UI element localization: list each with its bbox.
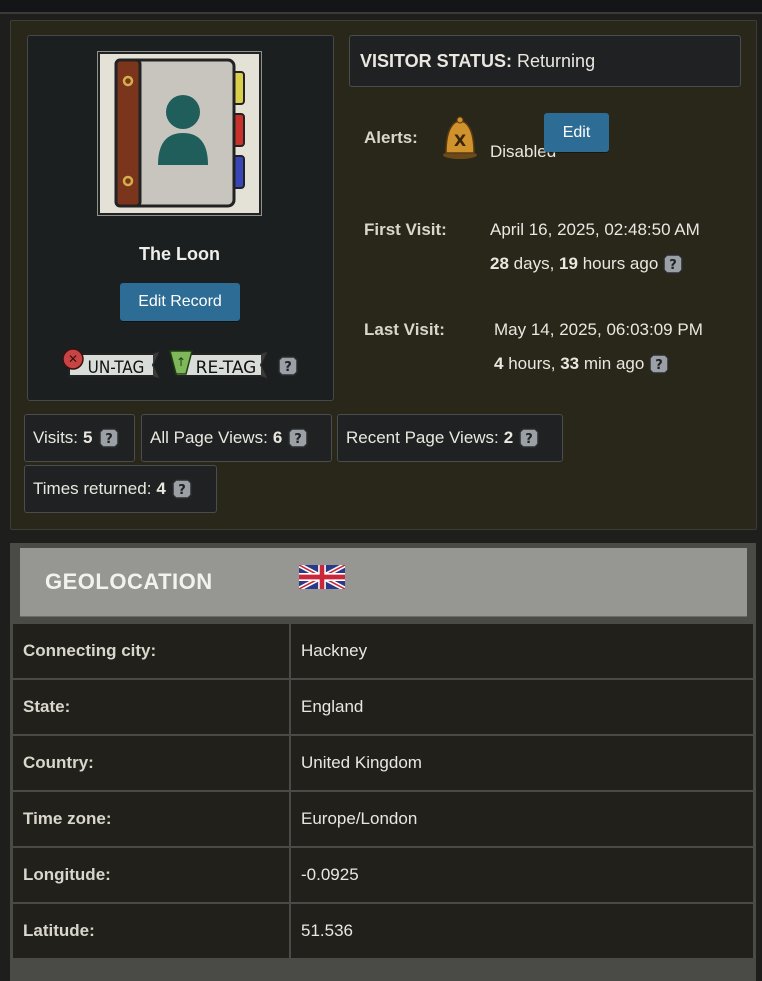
last-visit-ago: 4 hours, 33 min ago ?: [494, 354, 670, 374]
top-bar: [0, 0, 762, 14]
stat-value: 5: [83, 428, 93, 447]
svg-text:X: X: [454, 131, 467, 150]
address-book-icon: [97, 51, 262, 216]
last-visit-min-unit: min ago: [583, 354, 645, 373]
help-icon[interactable]: ?: [278, 356, 298, 376]
state-key: State:: [11, 678, 291, 736]
table-row: Longitude: -0.0925: [11, 846, 755, 904]
svg-text:?: ?: [105, 432, 113, 447]
times-returned-stat: Times returned: 4 ?: [24, 465, 217, 513]
longitude-value: -0.0925: [289, 846, 755, 904]
table-row: State: England: [11, 678, 755, 736]
all-page-views-stat: All Page Views: 6 ?: [141, 414, 332, 462]
state-value: England: [289, 678, 755, 736]
stat-label: Visits:: [33, 428, 79, 447]
stat-label: Times returned:: [33, 479, 152, 498]
stat-label: All Page Views:: [150, 428, 268, 447]
time-zone-key: Time zone:: [11, 790, 291, 848]
visitor-name: The Loon: [139, 244, 220, 264]
svg-text:?: ?: [295, 432, 303, 447]
svg-text:?: ?: [284, 360, 292, 375]
last-visit-hours: 4: [494, 354, 504, 373]
first-visit-ago: 28 days, 19 hours ago ?: [490, 254, 684, 274]
help-icon[interactable]: ?: [288, 428, 309, 448]
stat-value: 4: [156, 479, 166, 498]
latitude-value: 51.536: [289, 902, 755, 960]
longitude-key: Longitude:: [11, 846, 291, 904]
visitor-status-label: VISITOR STATUS:: [360, 51, 513, 71]
bell-disabled-icon: X: [443, 116, 477, 159]
geolocation-title: GEOLOCATION: [45, 569, 213, 594]
alerts-label: Alerts:: [364, 128, 418, 147]
country-key: Country:: [11, 734, 291, 792]
geolocation-table: Connecting city: Hackney State: England …: [11, 622, 755, 960]
connecting-city-key: Connecting city:: [11, 622, 291, 680]
last-visit-datetime: May 14, 2025, 06:03:09 PM: [494, 320, 703, 339]
connecting-city-value: Hackney: [289, 622, 755, 680]
untag-button[interactable]: ✕ UN-TAG: [61, 348, 160, 382]
last-visit-min: 33: [560, 354, 580, 373]
help-icon[interactable]: ?: [172, 479, 192, 499]
first-visit-days-unit: days,: [513, 254, 555, 273]
first-visit-datetime: April 16, 2025, 02:48:50 AM: [490, 220, 700, 239]
up-arrow: ↑: [176, 355, 186, 369]
first-visit-days: 28: [490, 254, 509, 273]
untag-label: UN-TAG: [88, 358, 145, 378]
visitor-status-box: VISITOR STATUS: Returning: [349, 35, 741, 87]
time-zone-value: Europe/London: [289, 790, 755, 848]
svg-text:?: ?: [525, 432, 533, 447]
edit-alerts-button[interactable]: Edit: [544, 113, 609, 152]
help-icon[interactable]: ?: [663, 254, 684, 274]
edit-record-button[interactable]: Edit Record: [120, 283, 240, 321]
uk-flag-icon: [299, 565, 345, 589]
table-row: Time zone: Europe/London: [11, 790, 755, 848]
table-row: Country: United Kingdom: [11, 734, 755, 792]
country-value: United Kingdom: [289, 734, 755, 792]
help-icon[interactable]: ?: [98, 428, 119, 448]
stat-value: 2: [503, 428, 514, 447]
svg-text:?: ?: [656, 358, 664, 373]
help-icon[interactable]: ?: [649, 354, 670, 374]
latitude-key: Latitude:: [11, 902, 291, 960]
stat-label: Recent Page Views:: [346, 428, 499, 447]
first-visit-hours: 19: [559, 254, 578, 273]
visitor-status-value: Returning: [517, 51, 596, 71]
x-mark: ✕: [68, 352, 78, 366]
recent-page-views-stat: Recent Page Views: 2 ?: [337, 414, 563, 462]
table-row: Connecting city: Hackney: [11, 622, 755, 680]
svg-text:?: ?: [670, 258, 678, 273]
retag-button[interactable]: ↑ RE-TAG: [168, 348, 268, 382]
last-visit-label: Last Visit:: [364, 320, 445, 339]
last-visit-hours-unit: hours,: [508, 354, 556, 373]
first-visit-hours-unit: hours ago: [582, 254, 659, 273]
first-visit-label: First Visit:: [364, 220, 447, 239]
help-icon[interactable]: ?: [519, 428, 539, 448]
stat-value: 6: [272, 428, 283, 447]
retag-label: RE-TAG: [196, 358, 257, 378]
table-row: Latitude: 51.536: [11, 902, 755, 960]
visits-stat: Visits: 5 ?: [24, 414, 135, 462]
svg-text:?: ?: [178, 483, 186, 498]
